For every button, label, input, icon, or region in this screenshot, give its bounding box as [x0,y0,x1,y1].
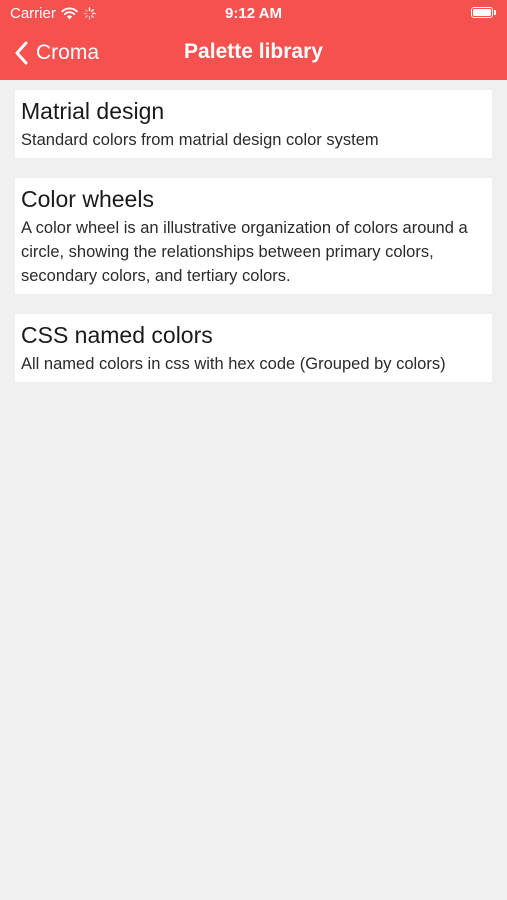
battery-icon [471,7,497,20]
palette-card-title: CSS named colors [21,322,213,348]
palette-card-title: Matrial design [21,98,165,124]
page-title: Palette library [184,40,323,63]
palette-card-title: Color wheels [21,186,154,212]
top-bar: Carrier 9:12 AM Croma Palette library [0,0,507,80]
palette-card-description: Standard colors from matrial design colo… [21,131,379,149]
navigation-bar: Croma Palette library [0,28,507,80]
palette-card-material-design[interactable]: Matrial design Standard colors from matr… [15,90,492,158]
palette-card-color-wheels[interactable]: Color wheels A color wheel is an illustr… [15,178,492,294]
status-time: 9:12 AM [225,5,282,22]
palette-card-css-named-colors[interactable]: CSS named colors All named colors in css… [15,314,492,382]
palette-card-description: All named colors in css with hex code (G… [21,355,446,373]
status-bar: Carrier 9:12 AM [0,0,507,28]
palette-card-description: A color wheel is an illustrative organiz… [21,219,468,285]
palette-list: Matrial design Standard colors from matr… [15,90,492,402]
